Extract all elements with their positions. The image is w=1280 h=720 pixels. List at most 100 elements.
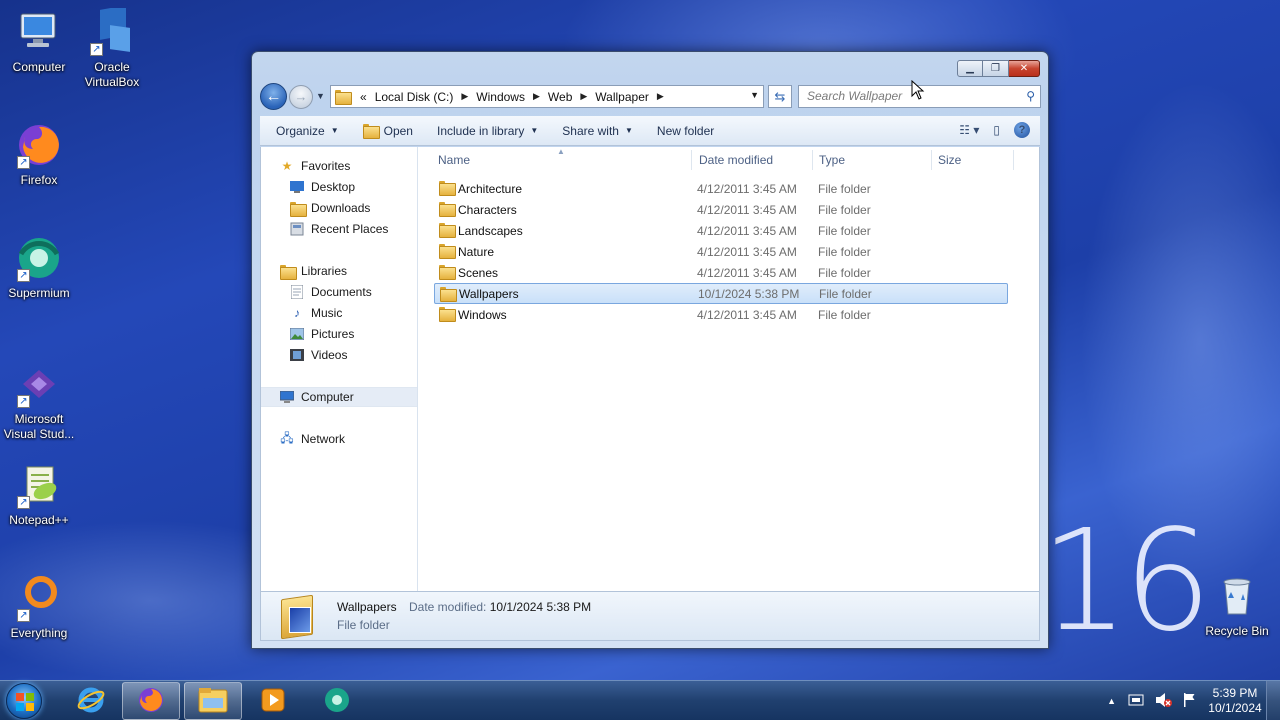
close-button[interactable]: ✕ xyxy=(1009,60,1040,77)
nav-downloads[interactable]: Downloads xyxy=(261,198,417,218)
nav-videos[interactable]: Videos xyxy=(261,345,417,365)
taskbar-media-player[interactable] xyxy=(244,682,302,720)
new-folder-button[interactable]: New folder xyxy=(641,124,722,138)
explorer-content: ★ Favorites Desktop Downloads Recent Plac… xyxy=(260,147,1040,591)
file-row[interactable]: Architecture 4/12/2011 3:45 AM File fold… xyxy=(434,178,1008,199)
clock-time: 5:39 PM xyxy=(1212,686,1258,700)
refresh-icon: ⇆ xyxy=(774,89,786,104)
breadcrumb-overflow[interactable]: « xyxy=(360,90,367,104)
flag-notification-icon[interactable] xyxy=(1182,692,1196,711)
sort-ascending-icon: ▲ xyxy=(557,147,565,156)
overflow-chevron-icon: « xyxy=(360,89,367,104)
desktop-icon-recycle-bin[interactable]: Recycle Bin xyxy=(1198,572,1276,639)
file-date: 4/12/2011 3:45 AM xyxy=(697,307,797,322)
column-header-type[interactable]: Type xyxy=(819,153,845,167)
file-row[interactable]: Windows 4/12/2011 3:45 AM File folder xyxy=(434,304,1008,325)
desktop-icon-visual-studio[interactable]: ↗ Microsoft Visual Stud... xyxy=(0,360,78,442)
back-button[interactable]: ← xyxy=(260,83,287,110)
clock[interactable]: 5:39 PM 10/1/2024 xyxy=(1204,686,1266,716)
desktop-icon-notepadpp[interactable]: ↗ Notepad++ xyxy=(0,461,78,528)
file-row[interactable]: Nature 4/12/2011 3:45 AM File folder xyxy=(434,241,1008,262)
preview-pane-icon[interactable]: ▯ xyxy=(993,123,1000,137)
file-row[interactable]: Scenes 4/12/2011 3:45 AM File folder xyxy=(434,262,1008,283)
nav-libraries[interactable]: Libraries xyxy=(261,261,417,281)
explorer-window[interactable]: ▁ ❐ ✕ ← → ▼ « Local Disk (C:) ▶ Windows ▶ … xyxy=(251,51,1049,649)
taskbar-internet-explorer[interactable] xyxy=(62,682,120,720)
column-header-name[interactable]: Name xyxy=(438,153,470,167)
column-header-date[interactable]: Date modified xyxy=(699,153,773,167)
desktop-icon-computer[interactable]: Computer xyxy=(0,8,78,75)
include-label: Include in library xyxy=(436,123,525,138)
nav-desktop[interactable]: Desktop xyxy=(261,177,417,197)
show-hidden-icons-chevron-icon[interactable]: ▲ xyxy=(1107,696,1116,706)
large-folder-icon xyxy=(281,594,313,640)
column-divider[interactable] xyxy=(1013,150,1014,170)
open-button[interactable]: Open xyxy=(347,124,421,139)
desktop-icon-everything[interactable]: ↗ Everything xyxy=(0,574,78,641)
action-center-icon[interactable] xyxy=(1128,693,1144,710)
volume-muted-icon[interactable] xyxy=(1154,692,1172,711)
nav-music[interactable]: ♪ Music xyxy=(261,303,417,323)
share-with-button[interactable]: Share with ▼ xyxy=(546,124,641,138)
folder-icon xyxy=(439,265,456,280)
nav-recent-places[interactable]: Recent Places xyxy=(261,219,417,239)
desktop-icon xyxy=(289,179,305,195)
minimize-icon: ▁ xyxy=(966,63,974,74)
taskbar-windows-explorer[interactable] xyxy=(184,682,242,720)
folder-icon xyxy=(439,307,456,322)
details-modified-value: 10/1/2024 5:38 PM xyxy=(489,600,592,614)
nav-favorites[interactable]: ★ Favorites xyxy=(261,156,417,176)
restore-icon: ❐ xyxy=(991,63,1000,74)
taskbar-firefox[interactable] xyxy=(122,682,180,720)
breadcrumb-wallpaper[interactable]: Wallpaper ▶ xyxy=(595,90,664,104)
desktop-icon-label: Firefox xyxy=(20,173,58,187)
nav-pictures[interactable]: Pictures xyxy=(261,324,417,344)
address-bar[interactable]: « Local Disk (C:) ▶ Windows ▶ Web ▶ Wallpap… xyxy=(330,85,764,108)
include-in-library-button[interactable]: Include in library ▼ xyxy=(421,124,546,138)
maximize-button[interactable]: ❐ xyxy=(983,60,1009,77)
shortcut-arrow-icon: ↗ xyxy=(17,496,30,509)
column-divider[interactable] xyxy=(812,150,813,170)
internet-explorer-icon xyxy=(76,685,106,718)
breadcrumb-web[interactable]: Web ▶ xyxy=(548,90,587,104)
desktop-icon-supermium[interactable]: ↗ Supermium xyxy=(0,234,78,301)
chevron-down-icon: ▼ xyxy=(530,126,539,135)
show-desktop-button[interactable] xyxy=(1266,681,1280,720)
help-icon[interactable]: ? xyxy=(1014,122,1030,138)
breadcrumb-local-disk[interactable]: Local Disk (C:) ▶ xyxy=(375,90,469,104)
refresh-button[interactable]: ⇆ xyxy=(768,85,792,108)
taskbar-supermium[interactable] xyxy=(308,682,366,720)
organize-button[interactable]: Organize ▼ xyxy=(260,124,347,138)
column-divider[interactable] xyxy=(691,150,692,170)
file-type: File folder xyxy=(818,265,871,280)
desktop-icon-label: Supermium xyxy=(8,286,70,300)
search-icon[interactable]: ⚲ xyxy=(1026,86,1035,107)
column-divider[interactable] xyxy=(931,150,932,170)
folder-icon xyxy=(440,287,457,302)
recent-pages-dropdown[interactable]: ▼ xyxy=(316,91,325,101)
desktop-icon-label: Oracle VirtualBox xyxy=(84,60,140,89)
file-row-selected[interactable]: Wallpapers 10/1/2024 5:38 PM File folder xyxy=(434,283,1008,304)
supermium-icon: ↗ xyxy=(15,234,63,282)
view-options-icon[interactable]: ☷ ▾ xyxy=(959,123,979,137)
breadcrumb-arrow-icon[interactable]: ▶ xyxy=(533,91,540,102)
breadcrumb-arrow-icon[interactable]: ▶ xyxy=(580,91,587,102)
file-row[interactable]: Landscapes 4/12/2011 3:45 AM File folder xyxy=(434,220,1008,241)
forward-button[interactable]: → xyxy=(289,85,313,109)
desktop-icon-firefox[interactable]: ↗ Firefox xyxy=(0,121,78,188)
file-row[interactable]: Characters 4/12/2011 3:45 AM File folder xyxy=(434,199,1008,220)
music-note-icon: ♪ xyxy=(294,306,300,320)
file-name: Scenes xyxy=(458,265,499,280)
breadcrumb-arrow-icon[interactable]: ▶ xyxy=(657,91,664,102)
desktop-icon-virtualbox[interactable]: ↗ Oracle VirtualBox xyxy=(73,5,151,90)
minimize-button[interactable]: ▁ xyxy=(957,60,983,77)
nav-network[interactable]: 🖧 Network xyxy=(261,429,417,449)
start-button[interactable] xyxy=(6,683,42,719)
address-dropdown-icon[interactable]: ▼ xyxy=(750,90,759,100)
breadcrumb-arrow-icon[interactable]: ▶ xyxy=(461,91,468,102)
nav-documents[interactable]: Documents xyxy=(261,282,417,302)
open-folder-icon xyxy=(362,124,380,139)
column-header-size[interactable]: Size xyxy=(938,153,961,167)
breadcrumb-windows[interactable]: Windows ▶ xyxy=(476,90,540,104)
nav-computer[interactable]: Computer xyxy=(261,387,417,407)
